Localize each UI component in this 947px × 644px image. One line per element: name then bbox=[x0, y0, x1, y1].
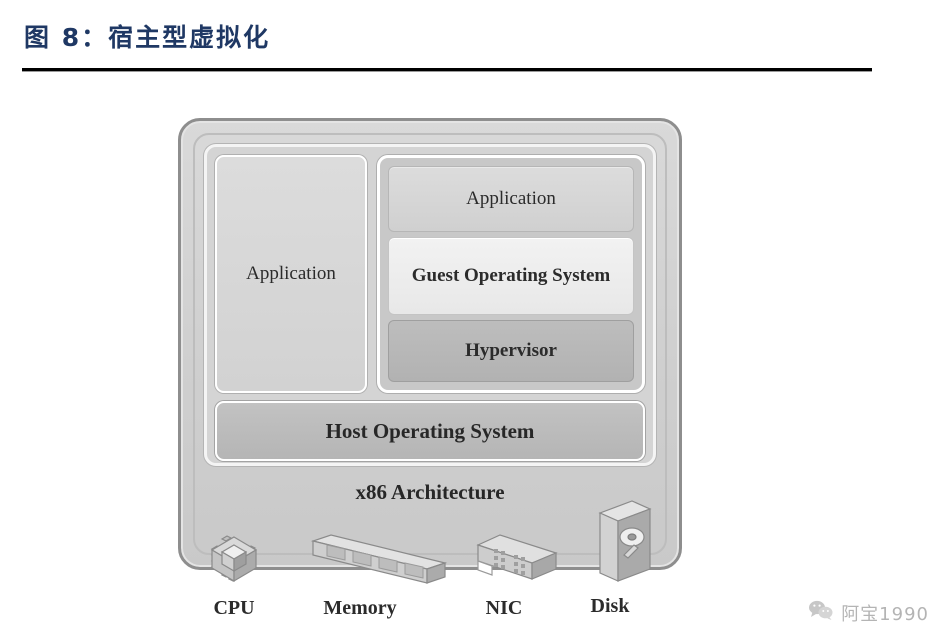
native-application-box: Application bbox=[215, 155, 367, 393]
hypervisor-layer: Hypervisor bbox=[388, 320, 634, 382]
hardware-label-disk: Disk bbox=[590, 595, 630, 617]
vm-application-layer: Application bbox=[388, 166, 634, 232]
hardware-label-memory: Memory bbox=[323, 597, 397, 619]
native-application-label: Application bbox=[246, 263, 336, 284]
hardware-label-cpu: CPU bbox=[213, 597, 255, 619]
virtual-machine-box: Application Guest Operating System Hyper… bbox=[377, 155, 645, 393]
hardware-icon-row: CPU Memory NIC Disk bbox=[178, 500, 682, 633]
hardware-item-memory: Memory bbox=[300, 519, 460, 620]
guest-os-layer: Guest Operating System bbox=[388, 237, 634, 315]
host-os-label: Host Operating System bbox=[325, 418, 535, 443]
cpu-icon bbox=[186, 519, 282, 595]
vm-application-label: Application bbox=[466, 188, 556, 209]
software-stack-panel: Application Application Guest Operating … bbox=[204, 144, 656, 466]
hosted-virtualization-diagram: Application Application Guest Operating … bbox=[178, 118, 682, 619]
wechat-icon bbox=[808, 599, 834, 626]
title-divider bbox=[22, 68, 872, 72]
host-operating-system-bar: Host Operating System bbox=[215, 401, 645, 461]
watermark-text: 阿宝1990 bbox=[841, 603, 929, 625]
disk-icon bbox=[574, 500, 674, 589]
hardware-item-nic: NIC bbox=[464, 519, 574, 620]
stack-top-row: Application Application Guest Operating … bbox=[215, 155, 645, 393]
guest-os-label: Guest Operating System bbox=[411, 265, 611, 286]
wechat-watermark: 阿宝1990 bbox=[808, 599, 929, 626]
hardware-item-disk: Disk bbox=[574, 500, 674, 618]
hardware-label-nic: NIC bbox=[485, 597, 523, 619]
hardware-item-cpu: CPU bbox=[186, 519, 282, 620]
hypervisor-label: Hypervisor bbox=[465, 340, 557, 361]
memory-icon bbox=[300, 519, 460, 595]
figure-title: 图 8：宿主型虚拟化 bbox=[24, 23, 271, 52]
nic-icon bbox=[464, 519, 574, 595]
